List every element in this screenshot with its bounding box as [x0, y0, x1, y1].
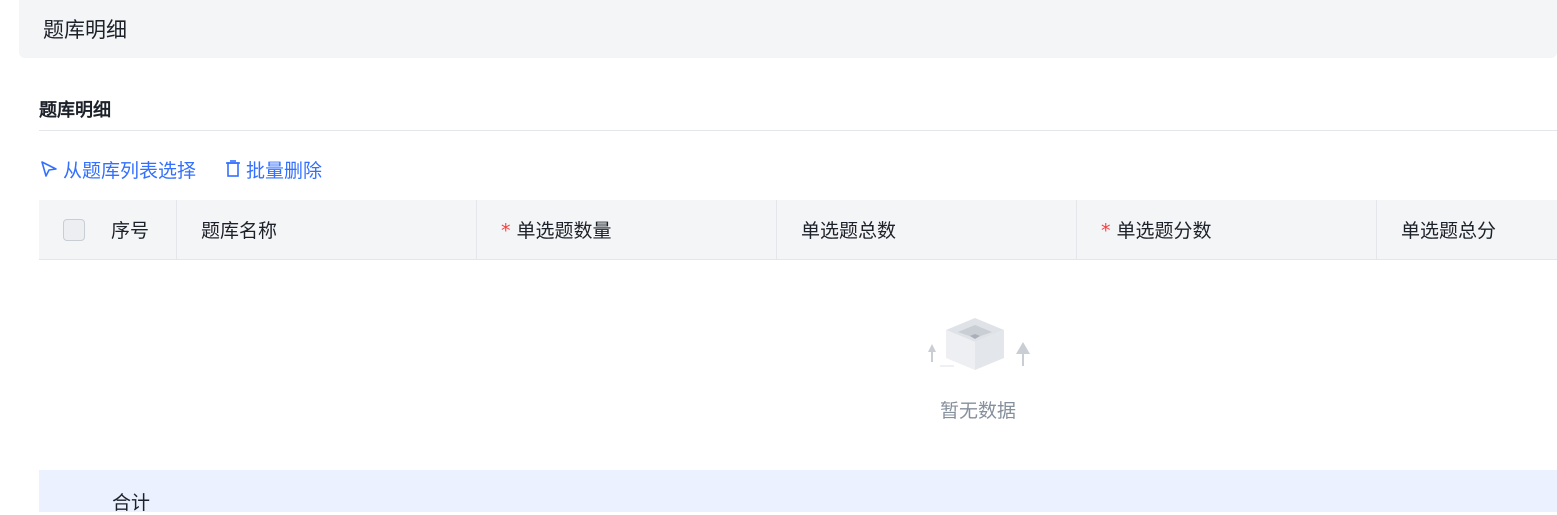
page-title: 题库明细 [43, 18, 127, 42]
summary-row: 合计 [39, 470, 1557, 514]
empty-state: 暂无数据 [918, 312, 1038, 423]
table-header: 序号 题库名称 * 单选题数量 单选题总数 * 单选题分数 单选题总分 [39, 200, 1557, 260]
section-divider [39, 130, 1557, 131]
column-label: 单选题总分 [1401, 220, 1497, 242]
column-header-index: 序号 [39, 200, 176, 259]
toolbar: 从题库列表选择 批量删除 [39, 156, 322, 182]
batch-delete-button[interactable]: 批量删除 [224, 156, 322, 183]
column-label: 单选题分数 [1116, 220, 1212, 242]
trash-icon [226, 160, 241, 177]
column-label: 序号 [111, 220, 150, 242]
column-header-single-count: * 单选题数量 [476, 200, 776, 259]
column-header-single-total-score: 单选题总分 [1376, 200, 1557, 259]
column-label: 单选题总数 [801, 220, 897, 242]
empty-box-icon [928, 318, 1030, 370]
empty-text: 暂无数据 [939, 400, 1016, 422]
column-header-single-score: * 单选题分数 [1076, 200, 1376, 259]
page-header: 题库明细 [19, 0, 1557, 58]
summary-label: 合计 [112, 492, 151, 514]
select-all-checkbox[interactable] [63, 218, 85, 241]
pointer-icon [41, 161, 57, 177]
select-from-list-button[interactable]: 从题库列表选择 [39, 156, 196, 183]
section-title: 题库明细 [39, 100, 111, 121]
batch-delete-label: 批量删除 [246, 159, 323, 182]
required-mark: * [501, 220, 511, 242]
column-header-single-total: 单选题总数 [776, 200, 1076, 259]
required-mark: * [1101, 220, 1111, 242]
select-from-list-label: 从题库列表选择 [63, 159, 197, 182]
column-label: 题库名称 [201, 220, 278, 242]
column-header-bank-name: 题库名称 [176, 200, 476, 259]
column-label: 单选题数量 [516, 220, 612, 242]
